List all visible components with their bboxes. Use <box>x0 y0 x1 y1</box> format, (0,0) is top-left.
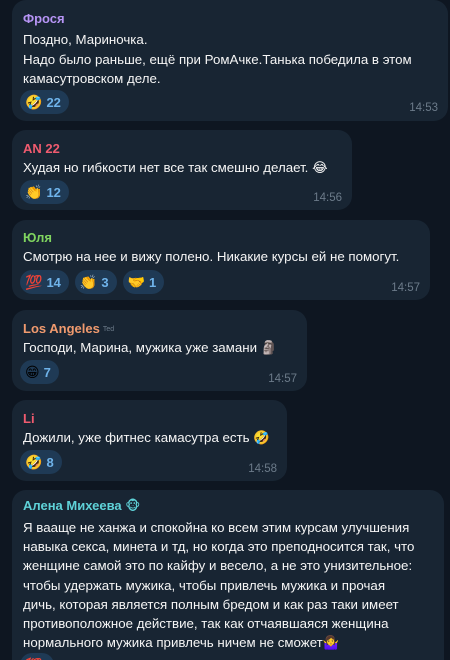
message-text: Худая но гибкости нет все так смешно дел… <box>23 158 328 178</box>
message-bubble: AN 22 Худая но гибкости нет все так смеш… <box>12 130 352 210</box>
message-line: Надо было раньше, ещё при РомАчке.Танька… <box>23 51 412 67</box>
sender-name-text: Los Angeles <box>23 321 100 336</box>
hundred-points-icon: 💯 <box>25 274 43 290</box>
message-line: камасутровском деле. <box>23 71 161 86</box>
message-line: Поздно, Мариночка. <box>23 32 148 47</box>
sender-name[interactable]: AN 22 <box>23 141 60 156</box>
reaction-count: 12 <box>46 184 61 200</box>
reaction-count: 14 <box>46 274 61 290</box>
reaction-count: 1 <box>149 274 157 290</box>
message-text: Господи, Марина, мужика уже замани 🗿 <box>23 338 277 358</box>
message-line: противоположное действие, так как отчаяв… <box>23 616 389 632</box>
message-line: Худая но гибкости нет все так смешно дел… <box>23 160 328 175</box>
message-line: женщине самой это по кайфу и весело, а н… <box>23 558 413 574</box>
reaction-pill[interactable]: 🤝 1 <box>122 270 165 294</box>
reaction-count: 7 <box>43 364 51 380</box>
message-line: Дожили, уже фитнес камасутра есть 🤣 <box>23 430 270 445</box>
reactions-bar: 🤣 8 <box>20 450 62 474</box>
message-text: Смотрю на нее и вижу полено. Никакие кур… <box>23 247 399 267</box>
rofl-emoji-icon: 🤣 <box>25 454 43 470</box>
reactions-bar: 💯 <box>20 653 55 660</box>
chat-feed: Фрося Поздно, Мариночка. Надо было раньш… <box>0 0 450 660</box>
reactions-bar: 👏 12 <box>20 180 69 204</box>
reaction-count: 3 <box>101 274 109 290</box>
message-line: Господи, Марина, мужика уже замани 🗿 <box>23 340 278 355</box>
message-line: навыка секса, минета и тд, но когда это … <box>23 539 415 555</box>
clapping-hands-icon: 👏 <box>25 184 43 200</box>
message-bubble: Юля Смотрю на нее и вижу полено. Никакие… <box>12 220 430 300</box>
message-line: нормального мужика привлечь ничем не смо… <box>23 635 340 651</box>
message-bubble: Li Дожили, уже фитнес камасутра есть 🤣 🤣… <box>12 400 287 481</box>
reaction-pill[interactable]: 👏 3 <box>74 270 117 294</box>
sender-name[interactable]: Los Angeles Ted <box>23 321 114 336</box>
grinning-face-icon: 😁 <box>25 364 40 380</box>
sender-tag: Ted <box>102 326 115 334</box>
message-line: Я вааще не ханжа и спокойна ко всем этим… <box>23 520 410 535</box>
reaction-pill[interactable]: 💯 <box>20 653 55 660</box>
sender-name[interactable]: Li <box>23 411 35 426</box>
reaction-pill[interactable]: 👏 12 <box>20 180 69 204</box>
reactions-bar: 🤣 22 <box>20 90 69 114</box>
message-time: 14:57 <box>391 282 420 294</box>
message-line: Смотрю на нее и вижу полено. Никакие кур… <box>23 249 400 264</box>
message-time: 14:58 <box>248 463 277 475</box>
message-bubble: Фрося Поздно, Мариночка. Надо было раньш… <box>12 0 448 121</box>
message-bubble: Алена Михеева 🐵 Я вааще не ханжа и споко… <box>12 490 444 660</box>
sender-name[interactable]: Алена Михеева 🐵 <box>23 498 140 514</box>
reactions-bar: 💯 14 👏 3 🤝 1 <box>20 270 165 294</box>
reaction-pill[interactable]: 😁 7 <box>20 360 59 384</box>
reaction-count: 8 <box>46 454 54 470</box>
message-time: 14:57 <box>268 373 297 385</box>
reaction-count: 22 <box>46 94 61 110</box>
handshake-icon: 🤝 <box>127 274 146 290</box>
reaction-pill[interactable]: 🤣 22 <box>20 90 69 114</box>
message-text: Поздно, Мариночка. Надо было раньше, ещё… <box>23 30 412 89</box>
reaction-pill[interactable]: 🤣 8 <box>20 450 62 474</box>
clapping-hands-icon: 👏 <box>79 274 98 290</box>
reactions-bar: 😁 7 <box>20 360 59 384</box>
message-text: Дожили, уже фитнес камасутра есть 🤣 <box>23 428 270 448</box>
rofl-emoji-icon: 🤣 <box>25 94 43 110</box>
sender-name[interactable]: Фрося <box>23 11 65 26</box>
message-time: 14:53 <box>409 102 438 114</box>
message-time: 14:56 <box>313 192 342 204</box>
message-line: чтобы удержать мужика, чтобы привлечь му… <box>23 577 386 593</box>
message-bubble: Los Angeles Ted Господи, Марина, мужика у… <box>12 310 307 391</box>
sender-name[interactable]: Юля <box>23 230 52 245</box>
reaction-pill[interactable]: 💯 14 <box>20 270 69 294</box>
message-text: Я вааще не ханжа и спокойна ко всем этим… <box>23 518 414 652</box>
message-line: дичь, которая является полным бредом и к… <box>23 596 399 612</box>
